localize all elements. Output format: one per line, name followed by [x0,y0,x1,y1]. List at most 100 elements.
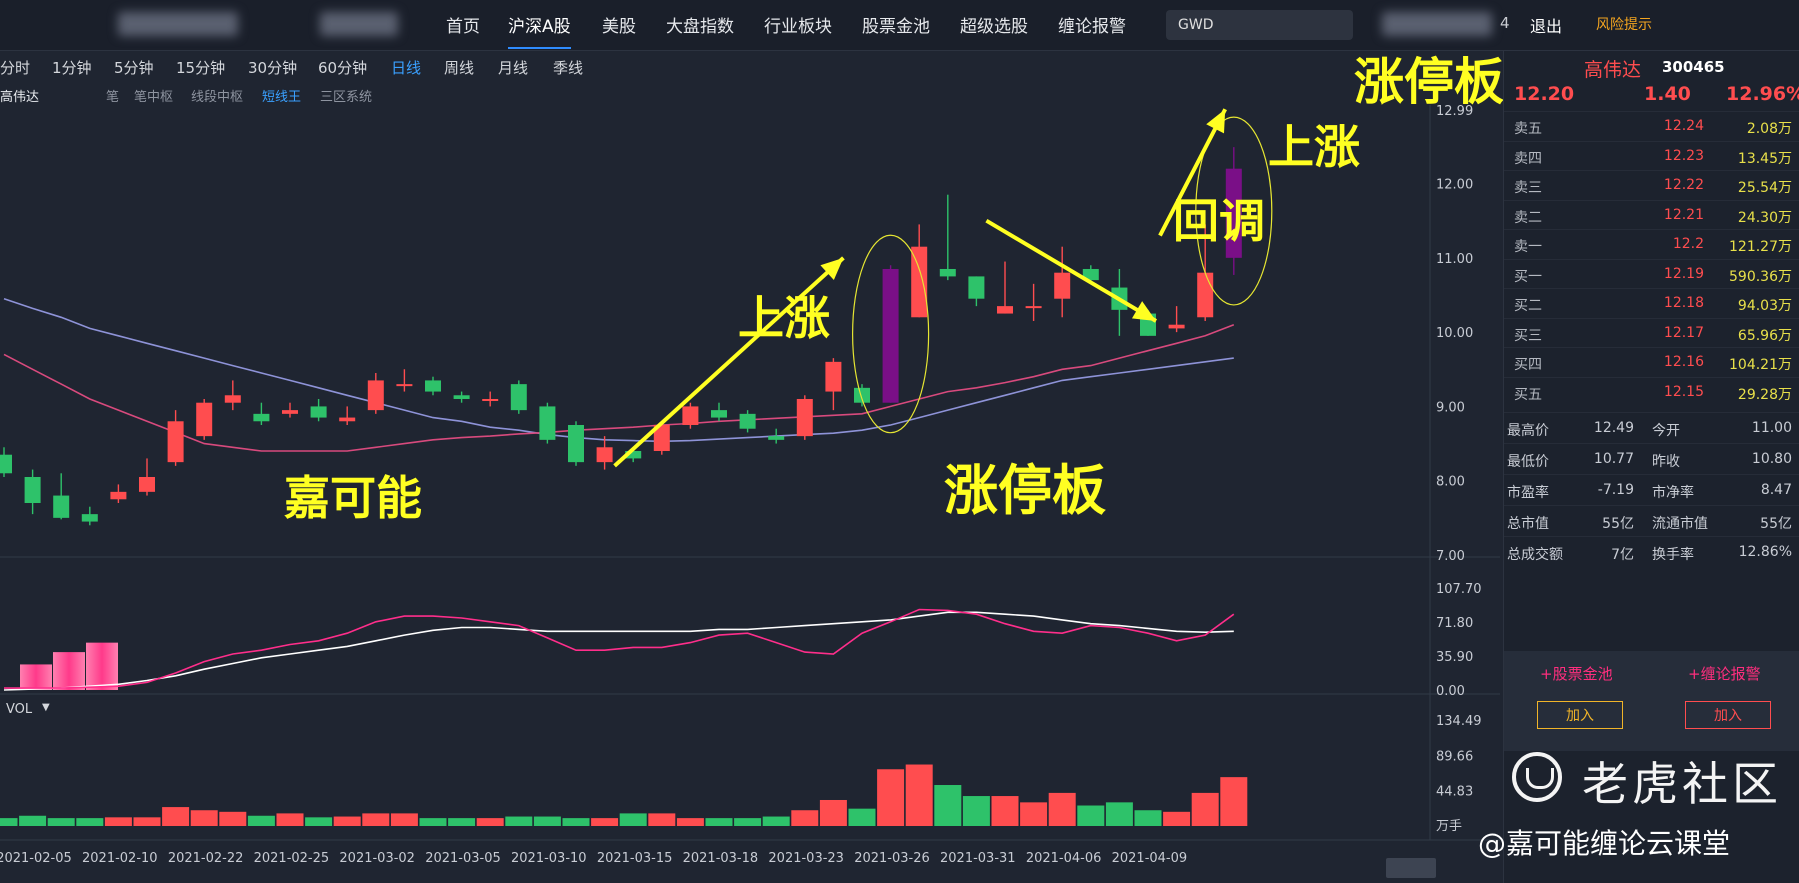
vol-tick-label: 134.49 [1436,714,1482,729]
candle-body [81,514,98,522]
volume-bar [390,813,418,826]
order-price: 12.21 [1663,206,1704,223]
volume-bar [0,818,18,826]
volume-bar [419,818,447,826]
quote-name: 高伟达 [1584,59,1642,81]
order-volume: 104.21万 [1729,357,1792,373]
risk-notice-link[interactable]: 风险提示 [1596,14,1652,34]
candle-body [711,410,727,418]
order-price: 12.22 [1663,177,1704,193]
candle-body [1168,324,1185,329]
watermark-author: @嘉可能缠论云课堂 [1478,827,1731,860]
macd-tick-label: 35.90 [1436,650,1473,665]
volume-bar [533,816,561,826]
candle-body [139,476,155,492]
volume-bar [448,818,476,826]
volume-bar [19,815,47,826]
order-price: 12.19 [1663,265,1704,282]
watermark-brand: 老虎社区 [1582,757,1782,811]
scroll-handle [1386,858,1436,878]
stat-row: 总市值 55亿 流通市值 55亿 [1504,505,1799,537]
candle-body [1054,272,1071,299]
order-label: 卖三 [1514,180,1542,196]
add-alert-button[interactable]: 加入 [1685,701,1771,729]
order-label: 卖二 [1514,209,1542,226]
vol-indicator-label[interactable]: VOL [6,702,32,717]
stat-label: 最高价 [1507,423,1549,439]
volume-bar [476,818,504,826]
add-alert-link[interactable]: +缠论报警 [1688,663,1761,684]
quote-change: 1.40 [1644,83,1691,105]
volume-bar [1191,792,1219,826]
volume-bar [991,796,1019,826]
candle-body [53,495,70,518]
volume-bar [1105,802,1133,826]
volume-bar [1134,810,1162,826]
stat-value: 12.49 [1593,420,1634,436]
order-label: 买四 [1514,357,1542,373]
stat-value: 55亿 [1760,516,1792,532]
volume-bar [591,818,619,826]
add-to-pool-link[interactable]: +股票金池 [1540,663,1613,684]
volume-bar [705,818,733,826]
vol-dropdown-icon[interactable]: ▼ [42,702,50,713]
volume-bar [848,808,876,826]
stat-label: 市净率 [1652,485,1694,501]
date-label: 2021-03-23 [768,851,844,866]
volume-bar [648,813,676,826]
add-pool-button[interactable]: 加入 [1537,701,1623,729]
candle-body [282,410,298,414]
stat-label: 今开 [1652,423,1680,439]
date-label: 2021-02-05 [0,851,72,866]
stat-label: 市盈率 [1507,485,1549,501]
annotation-limit-up-2: 涨停板 [1354,53,1504,111]
order-price: 12.16 [1663,354,1704,370]
candle-body [482,398,499,401]
order-label: 买三 [1514,327,1542,344]
candle-body [453,395,470,399]
stat-row: 市盈率 -7.19 市净率 8.47 [1504,474,1799,506]
date-label: 2021-03-31 [940,851,1016,866]
volume-bar [819,799,847,826]
ask-row: 卖二 12.21 24.30万 [1504,199,1799,230]
order-volume: 94.03万 [1737,298,1792,314]
candle-body [0,454,12,474]
volume-bar [1020,802,1048,826]
order-volume: 2.08万 [1746,121,1792,137]
candle-body [510,384,527,411]
order-price: 12.2 [1672,236,1704,252]
volume-bar [133,817,161,826]
bid-row: 买四 12.16 104.21万 [1504,347,1799,377]
volume-bar [104,817,132,826]
order-volume: 65.96万 [1737,327,1792,344]
candle-body [968,276,985,299]
candle-body [796,398,813,437]
candle-body [939,268,956,277]
vol-tick-label: 44.83 [1436,785,1473,800]
candle-body [739,413,756,429]
macd-slow-line [3,611,1234,691]
logout-link[interactable]: 退出 [1530,13,1562,37]
stat-value: 55亿 [1602,516,1634,532]
order-volume: 29.28万 [1737,386,1792,403]
volume-bar [76,818,104,826]
macd-fast-line [4,608,1235,689]
stat-value: 8.47 [1760,482,1792,498]
bid-row: 买一 12.19 590.36万 [1504,258,1799,289]
candle-body [768,436,785,440]
annotation-rise-2: 上涨 [1268,120,1360,174]
candle-body [110,491,127,500]
volume-bar [1077,805,1105,826]
stat-row: 总成交额 7亿 换手率 12.86% [1504,536,1799,568]
volume-bar [791,810,819,826]
macd-tick-label: 71.80 [1436,616,1473,631]
candle-body [882,268,899,403]
stat-value: 7亿 [1611,547,1634,563]
volume-bar [1163,811,1191,826]
volume-bar [190,810,218,826]
candle-body [596,447,613,463]
volume-bar [734,818,762,826]
date-label: 2021-03-02 [339,851,415,866]
candle-body [825,361,842,392]
bid-row: 买二 12.18 94.03万 [1504,288,1799,318]
